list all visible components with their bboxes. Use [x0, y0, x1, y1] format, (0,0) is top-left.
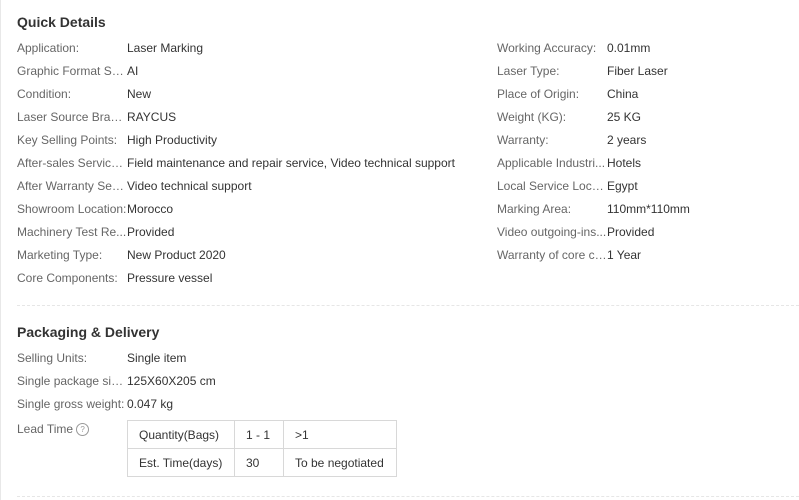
- table-cell: >1: [283, 420, 397, 449]
- detail-row: Laser Source Brand: RAYCUS: [17, 108, 487, 126]
- detail-label: Marking Area:: [497, 202, 572, 216]
- packaging-value: Single item: [127, 351, 187, 365]
- table-cell: Est. Time(days): [127, 448, 235, 477]
- detail-row: Core Components: Pressure vessel: [17, 269, 487, 287]
- detail-label: Condition:: [17, 87, 72, 101]
- detail-label: Laser Type:: [497, 64, 560, 78]
- detail-row: Application: Laser Marking: [17, 39, 487, 57]
- detail-value: 25 KG: [607, 110, 642, 124]
- detail-label: Graphic Format Su...: [17, 64, 127, 78]
- detail-value: Fiber Laser: [607, 64, 668, 78]
- detail-row: After-sales Service ... Field maintenanc…: [17, 154, 487, 172]
- detail-row: Warranty: 2 years: [497, 131, 797, 149]
- detail-value: Pressure vessel: [127, 271, 213, 285]
- packaging-value: 0.047 kg: [127, 397, 174, 411]
- table-cell: 1 - 1: [234, 420, 284, 449]
- detail-row: Local Service Locat... Egypt: [497, 177, 797, 195]
- table-cell: 30: [234, 448, 284, 477]
- detail-label: Laser Source Brand:: [17, 110, 127, 124]
- detail-label: Working Accuracy:: [497, 41, 597, 55]
- detail-value: High Productivity: [127, 133, 218, 147]
- packaging-label: Single gross weight:: [17, 397, 125, 411]
- detail-label: Applicable Industri...: [497, 156, 606, 170]
- detail-row: Marking Area: 110mm*110mm: [497, 200, 797, 218]
- detail-label: Marketing Type:: [17, 248, 103, 262]
- detail-value: Video technical support: [127, 179, 252, 193]
- detail-label: Key Selling Points:: [17, 133, 118, 147]
- detail-value: Egypt: [607, 179, 638, 193]
- detail-row: After Warranty Serv... Video technical s…: [17, 177, 487, 195]
- packaging-title: Packaging & Delivery: [17, 324, 160, 340]
- packaging-value: 125X60X205 cm: [127, 374, 216, 388]
- quick-details-title: Quick Details: [17, 14, 106, 30]
- detail-label: Application:: [17, 41, 80, 55]
- packaging-label: Selling Units:: [17, 351, 88, 365]
- section-divider: [17, 305, 799, 306]
- detail-value: Provided: [127, 225, 175, 239]
- detail-value: New: [127, 87, 152, 101]
- detail-label: Showroom Location:: [17, 202, 127, 216]
- detail-label: Place of Origin:: [497, 87, 580, 101]
- detail-value: Field maintenance and repair service, Vi…: [127, 156, 455, 170]
- packaging-row: Single package size: 125X60X205 cm: [17, 372, 487, 390]
- packaging-label: Single package size:: [17, 374, 127, 388]
- detail-row: Applicable Industri... Hotels: [497, 154, 797, 172]
- detail-label: Machinery Test Re...: [17, 225, 127, 239]
- detail-row: Marketing Type: New Product 2020: [17, 246, 487, 264]
- detail-row: Laser Type: Fiber Laser: [497, 62, 797, 80]
- packaging-row: Selling Units: Single item: [17, 349, 487, 367]
- detail-value: Provided: [607, 225, 655, 239]
- detail-label: Local Service Locat...: [497, 179, 607, 193]
- lead-time-table: Quantity(Bags) 1 - 1 >1 Est. Time(days) …: [127, 420, 397, 477]
- detail-row: Showroom Location: Morocco: [17, 200, 487, 218]
- detail-value: 0.01mm: [607, 41, 651, 55]
- detail-value: Morocco: [127, 202, 174, 216]
- detail-row: Warranty of core co... 1 Year: [497, 246, 797, 264]
- detail-row: Condition: New: [17, 85, 487, 103]
- table-row: Est. Time(days) 30 To be negotiated: [127, 448, 397, 477]
- table-row: Quantity(Bags) 1 - 1 >1: [127, 420, 397, 449]
- detail-value: New Product 2020: [127, 248, 226, 262]
- detail-value: RAYCUS: [127, 110, 177, 124]
- detail-label: Video outgoing-ins...: [497, 225, 607, 239]
- detail-label: After Warranty Serv...: [17, 179, 127, 193]
- detail-label: After-sales Service ...: [17, 156, 127, 170]
- detail-row: Graphic Format Su... AI: [17, 62, 487, 80]
- detail-value: Laser Marking: [127, 41, 204, 55]
- detail-row: Working Accuracy: 0.01mm: [497, 39, 797, 57]
- detail-row: Key Selling Points: High Productivity: [17, 131, 487, 149]
- table-cell: To be negotiated: [283, 448, 397, 477]
- detail-label: Warranty of core co...: [497, 248, 607, 262]
- table-cell: Quantity(Bags): [127, 420, 235, 449]
- detail-value: 110mm*110mm: [607, 202, 690, 216]
- detail-label: Core Components:: [17, 271, 118, 285]
- packaging-row: Single gross weight: 0.047 kg: [17, 395, 487, 413]
- detail-row: Video outgoing-ins... Provided: [497, 223, 797, 241]
- detail-value: AI: [127, 64, 139, 78]
- detail-row: Machinery Test Re... Provided: [17, 223, 487, 241]
- lead-time-text: Lead Time: [17, 422, 74, 436]
- section-divider: [17, 496, 799, 497]
- detail-value: 2 years: [607, 133, 647, 147]
- detail-value: China: [607, 87, 639, 101]
- lead-time-label: Lead Time?: [17, 420, 90, 438]
- detail-label: Warranty:: [497, 133, 549, 147]
- frame-border: [0, 0, 1, 500]
- detail-value: 1 Year: [607, 248, 642, 262]
- detail-row: Place of Origin: China: [497, 85, 797, 103]
- detail-value: Hotels: [607, 156, 642, 170]
- detail-row: Weight (KG): 25 KG: [497, 108, 797, 126]
- detail-label: Weight (KG):: [497, 110, 567, 124]
- help-icon[interactable]: ?: [76, 423, 90, 437]
